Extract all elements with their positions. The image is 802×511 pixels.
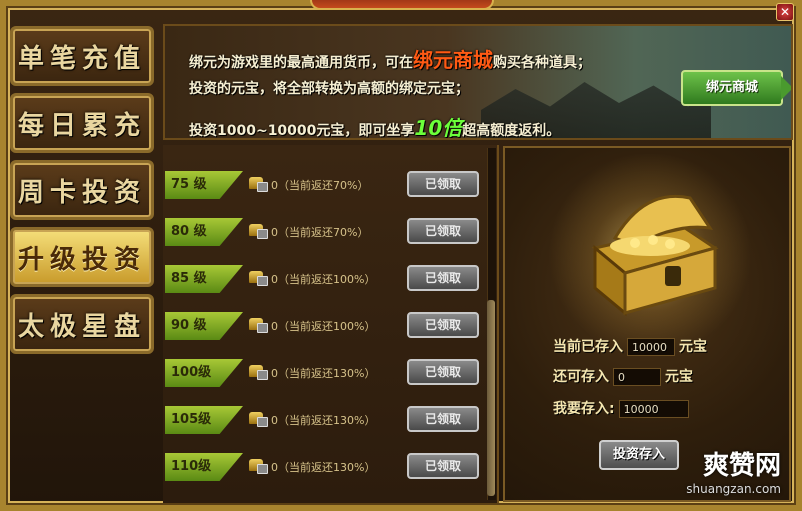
return-text: 0（当前返还70%） (271, 226, 369, 239)
claimed-button[interactable]: 已领取 (407, 406, 479, 432)
top-ornament (310, 0, 494, 10)
info-banner: 绑元为游戏里的最高通用货币，可在绑元商城购买各种道具； 投资的元宝，将全部转换为… (163, 24, 793, 140)
lock-icon (257, 464, 268, 474)
deposit-amount-input[interactable]: 10000 (618, 400, 689, 418)
level-tag: 80 级 (165, 218, 243, 246)
close-icon: ✕ (779, 5, 791, 19)
sidebar-item-taiji-star[interactable]: 太极星盘 (10, 294, 154, 354)
list-item: 80 级 0（当前返还70%） 已领取 (163, 214, 487, 254)
list-item: 105级 0（当前返还130%） 已领取 (163, 402, 487, 442)
claimed-button[interactable]: 已领取 (407, 312, 479, 338)
lock-icon (257, 229, 268, 239)
banner-line-1: 绑元为游戏里的最高通用货币，可在绑元商城购买各种道具； (189, 48, 591, 72)
lock-icon (257, 417, 268, 427)
sidebar-item-level-invest[interactable]: 升级投资 (10, 227, 154, 287)
level-tag: 90 级 (165, 312, 243, 340)
shop-highlight: 绑元商城 (413, 48, 493, 72)
list-item: 85 级 0（当前返还100%） 已领取 (163, 261, 487, 301)
return-text: 0（当前返还70%） (271, 179, 369, 192)
lock-icon (257, 276, 268, 286)
banner-line-2: 投资的元宝，将全部转换为高额的绑定元宝； (189, 81, 469, 97)
claimed-button[interactable]: 已领取 (407, 359, 479, 385)
bind-shop-button[interactable]: 绑元商城 (681, 70, 791, 106)
deposited-value: 10000 (627, 338, 675, 356)
deposited-row: 当前已存入 10000 元宝 (553, 338, 707, 356)
level-tag: 105级 (165, 406, 243, 434)
remaining-value: 0 (613, 368, 661, 386)
level-tag: 75 级 (165, 171, 243, 199)
lock-icon (257, 182, 268, 192)
list-item: 75 级 0（当前返还70%） 已领取 (163, 167, 487, 207)
banner-line-3: 投资1000~10000元宝，即可坐享10倍超高额度返利。 (189, 116, 561, 140)
claimed-button[interactable]: 已领取 (407, 453, 479, 479)
sidebar-item-daily-recharge[interactable]: 每日累充 (10, 93, 154, 153)
scrollbar-thumb[interactable] (487, 300, 495, 496)
invest-panel: 当前已存入 10000 元宝 还可存入 0 元宝 我要存入: 10000 投资存入 爽赞网… (503, 146, 791, 502)
list-item: 90 级 0（当前返还100%） 已领取 (163, 308, 487, 348)
return-text: 0（当前返还130%） (271, 461, 376, 474)
remaining-row: 还可存入 0 元宝 (553, 368, 693, 386)
claimed-button[interactable]: 已领取 (407, 265, 479, 291)
lock-icon (257, 370, 268, 380)
sidebar-item-weekly-card[interactable]: 周卡投资 (10, 160, 154, 220)
claimed-button[interactable]: 已领取 (407, 171, 479, 197)
return-text: 0（当前返还100%） (271, 273, 376, 286)
close-button[interactable]: ✕ (776, 3, 794, 21)
list-item: 100级 0（当前返还130%） 已领取 (163, 355, 487, 395)
treasure-chest-icon (591, 194, 719, 317)
lock-icon (257, 323, 268, 333)
multiplier-highlight: 10倍 (414, 116, 463, 140)
return-text: 0（当前返还130%） (271, 414, 376, 427)
return-text: 0（当前返还130%） (271, 367, 376, 380)
claimed-button[interactable]: 已领取 (407, 218, 479, 244)
return-text: 0（当前返还100%） (271, 320, 376, 333)
sidebar: 单笔充值 每日累充 周卡投资 升级投资 太极星盘 (10, 26, 158, 361)
level-tag: 100级 (165, 359, 243, 387)
level-reward-list: 75 级 0（当前返还70%） 已领取 80 级 0（当前返还70%） 已领取 … (163, 145, 499, 503)
list-item: 110级 0（当前返还130%） 已领取 (163, 449, 487, 489)
input-row: 我要存入: 10000 (553, 398, 693, 418)
level-tag: 110级 (165, 453, 243, 481)
invest-button[interactable]: 投资存入 (599, 440, 679, 470)
level-tag: 85 级 (165, 265, 243, 293)
watermark: 爽赞网 shuangzan.com (686, 451, 781, 496)
sidebar-item-single-recharge[interactable]: 单笔充值 (10, 26, 154, 86)
